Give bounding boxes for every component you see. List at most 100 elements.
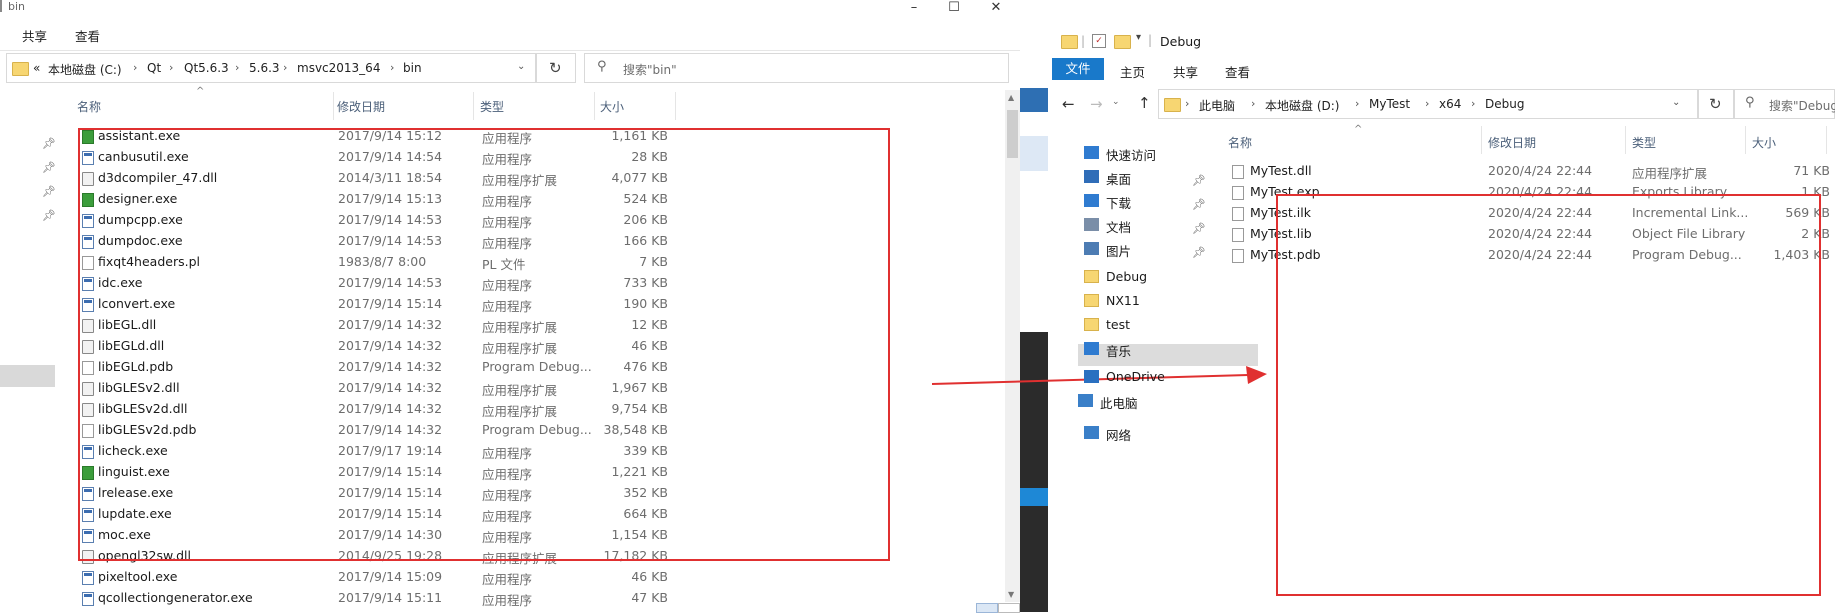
breadcrumb-msvc[interactable]: msvc2013_64	[297, 61, 380, 75]
pin-icon[interactable]: 📌︎	[42, 185, 56, 198]
breadcrumb-qt563[interactable]: Qt5.6.3	[184, 61, 229, 75]
breadcrumb-this-pc[interactable]: 此电脑	[1199, 97, 1235, 114]
breadcrumb-drive-d[interactable]: 本地磁盘 (D:)	[1265, 97, 1339, 114]
background-app-fragment	[1020, 136, 1048, 171]
recent-locations-dropdown[interactable]: ⌄	[1112, 97, 1120, 107]
column-divider[interactable]	[1481, 126, 1482, 154]
chevron-right-icon[interactable]: ›	[133, 61, 137, 74]
nav-item[interactable]: 桌面	[1084, 166, 1254, 188]
refresh-button[interactable]: ↻	[536, 53, 576, 83]
column-header-name[interactable]: 名称	[77, 98, 101, 115]
column-divider[interactable]	[1826, 126, 1827, 154]
quick-access-dropdown-icon[interactable]: ▾	[1136, 32, 1141, 43]
exe-icon	[82, 592, 94, 606]
breadcrumb-drive-c[interactable]: 本地磁盘 (C:)	[48, 61, 122, 78]
column-divider[interactable]	[1745, 126, 1746, 154]
refresh-icon: ↻	[549, 59, 562, 77]
column-divider[interactable]	[1625, 126, 1626, 154]
properties-icon[interactable]: ✓	[1092, 34, 1106, 48]
nav-item[interactable]: test	[1084, 314, 1254, 336]
chevron-right-icon[interactable]: ›	[1251, 97, 1255, 110]
column-header-size[interactable]: 大小	[600, 98, 624, 115]
chevron-down-icon[interactable]: ⌄	[1672, 97, 1680, 108]
nav-item[interactable]: 网络	[1084, 422, 1254, 444]
chevron-right-icon[interactable]: ›	[1471, 97, 1475, 110]
chevron-down-icon[interactable]: ⌄	[517, 61, 525, 72]
column-header-type[interactable]: 类型	[1632, 134, 1656, 151]
chevron-right-icon[interactable]: ›	[1185, 97, 1189, 110]
pin-icon[interactable]: 📌︎	[42, 209, 56, 222]
nav-item[interactable]: 此电脑	[1078, 390, 1248, 412]
column-divider[interactable]	[333, 92, 334, 120]
up-arrow-icon[interactable]: ↑	[1138, 94, 1151, 112]
column-header-size[interactable]: 大小	[1752, 134, 1776, 151]
column-divider[interactable]	[675, 92, 676, 120]
column-divider[interactable]	[473, 92, 474, 120]
close-button[interactable]: ✕	[976, 0, 1016, 20]
nav-item-label: test	[1106, 317, 1131, 332]
column-header-date[interactable]: 修改日期	[337, 98, 385, 115]
column-header-date[interactable]: 修改日期	[1488, 134, 1536, 151]
pin-icon[interactable]: 📌︎	[42, 137, 56, 150]
nav-item-label: 音乐	[1106, 344, 1132, 359]
nav-item-label: 文档	[1106, 220, 1132, 235]
breadcrumb-overflow[interactable]: «	[33, 61, 40, 75]
chevron-right-icon[interactable]: ›	[390, 61, 394, 74]
file-name: MyTest.dll	[1250, 163, 1312, 178]
tab-file[interactable]: 文件	[1052, 58, 1104, 80]
folder-icon	[1061, 35, 1078, 49]
column-header-type[interactable]: 类型	[480, 98, 504, 115]
chevron-right-icon[interactable]: ›	[1425, 97, 1429, 110]
minimize-button[interactable]: –	[894, 0, 934, 20]
back-arrow-icon[interactable]: ←	[1062, 95, 1075, 113]
search-placeholder: 搜索"Debug"	[1769, 99, 1835, 113]
pin-icon[interactable]: 📌︎	[42, 161, 56, 174]
nav-item[interactable]: 快速访问	[1084, 142, 1254, 164]
breadcrumb-qt[interactable]: Qt	[147, 61, 161, 75]
breadcrumb-x64[interactable]: x64	[1439, 97, 1461, 111]
file-row[interactable]: qcollectiongenerator.exe 2017/9/14 15:11 应…	[78, 588, 1003, 609]
nav-item[interactable]: Debug	[1084, 266, 1254, 288]
nav-item[interactable]: OneDrive	[1084, 366, 1254, 388]
nav-item[interactable]: 音乐	[1084, 338, 1254, 360]
chevron-right-icon[interactable]: ›	[283, 61, 287, 74]
new-folder-icon[interactable]	[1114, 35, 1131, 49]
address-bar[interactable]: « 本地磁盘 (C:) › Qt › Qt5.6.3 › 5.6.3 › msv…	[6, 53, 536, 83]
tab-share[interactable]: 共享	[1173, 62, 1198, 81]
file-row[interactable]: MyTest.dll 2020/4/24 22:44 应用程序扩展 71 KB	[1232, 161, 1832, 182]
nav-item[interactable]: 文档	[1084, 214, 1254, 236]
breadcrumb-563[interactable]: 5.6.3	[249, 61, 280, 75]
nav-item[interactable]: 下载	[1084, 190, 1254, 212]
scrollbar-thumb[interactable]	[1007, 110, 1018, 158]
nav-item[interactable]: NX11	[1084, 290, 1254, 312]
refresh-button[interactable]: ↻	[1698, 89, 1734, 119]
nav-selected-item[interactable]	[0, 365, 55, 387]
search-input[interactable]: ⚲ 搜索"bin"	[584, 53, 1009, 83]
folder-icon	[1084, 318, 1099, 331]
column-divider[interactable]	[594, 92, 595, 120]
breadcrumb-debug[interactable]: Debug	[1485, 97, 1524, 111]
file-size: 46 KB	[631, 569, 668, 584]
search-input[interactable]: ⚲ 搜索"Debug"	[1734, 89, 1835, 119]
chevron-right-icon[interactable]: ›	[235, 61, 239, 74]
file-type: 应用程序	[482, 593, 533, 608]
maximize-button[interactable]: ☐	[934, 0, 974, 20]
tab-view[interactable]: 查看	[1225, 62, 1250, 81]
breadcrumb-mytest[interactable]: MyTest	[1369, 97, 1410, 111]
tab-share[interactable]: 共享	[22, 26, 47, 45]
file-row[interactable]: pixeltool.exe 2017/9/14 15:09 应用程序 46 KB	[78, 567, 1003, 588]
vertical-scrollbar[interactable]	[1005, 90, 1020, 602]
scroll-down-arrow[interactable]: ▼	[1008, 590, 1014, 599]
breadcrumb-bin[interactable]: bin	[403, 61, 422, 75]
address-bar[interactable]: › 此电脑 › 本地磁盘 (D:) › MyTest › x64 › Debug…	[1158, 89, 1698, 119]
tab-home[interactable]: 主页	[1120, 62, 1145, 81]
forward-arrow-icon[interactable]: →	[1090, 95, 1103, 113]
scroll-up-arrow[interactable]: ▲	[1008, 93, 1014, 102]
nav-item-label: 此电脑	[1100, 396, 1138, 411]
exe-icon	[82, 571, 94, 585]
chevron-right-icon[interactable]: ›	[169, 61, 173, 74]
tab-view[interactable]: 查看	[75, 26, 100, 45]
window-edge	[0, 0, 2, 12]
chevron-right-icon[interactable]: ›	[1355, 97, 1359, 110]
nav-item[interactable]: 图片	[1084, 238, 1254, 260]
